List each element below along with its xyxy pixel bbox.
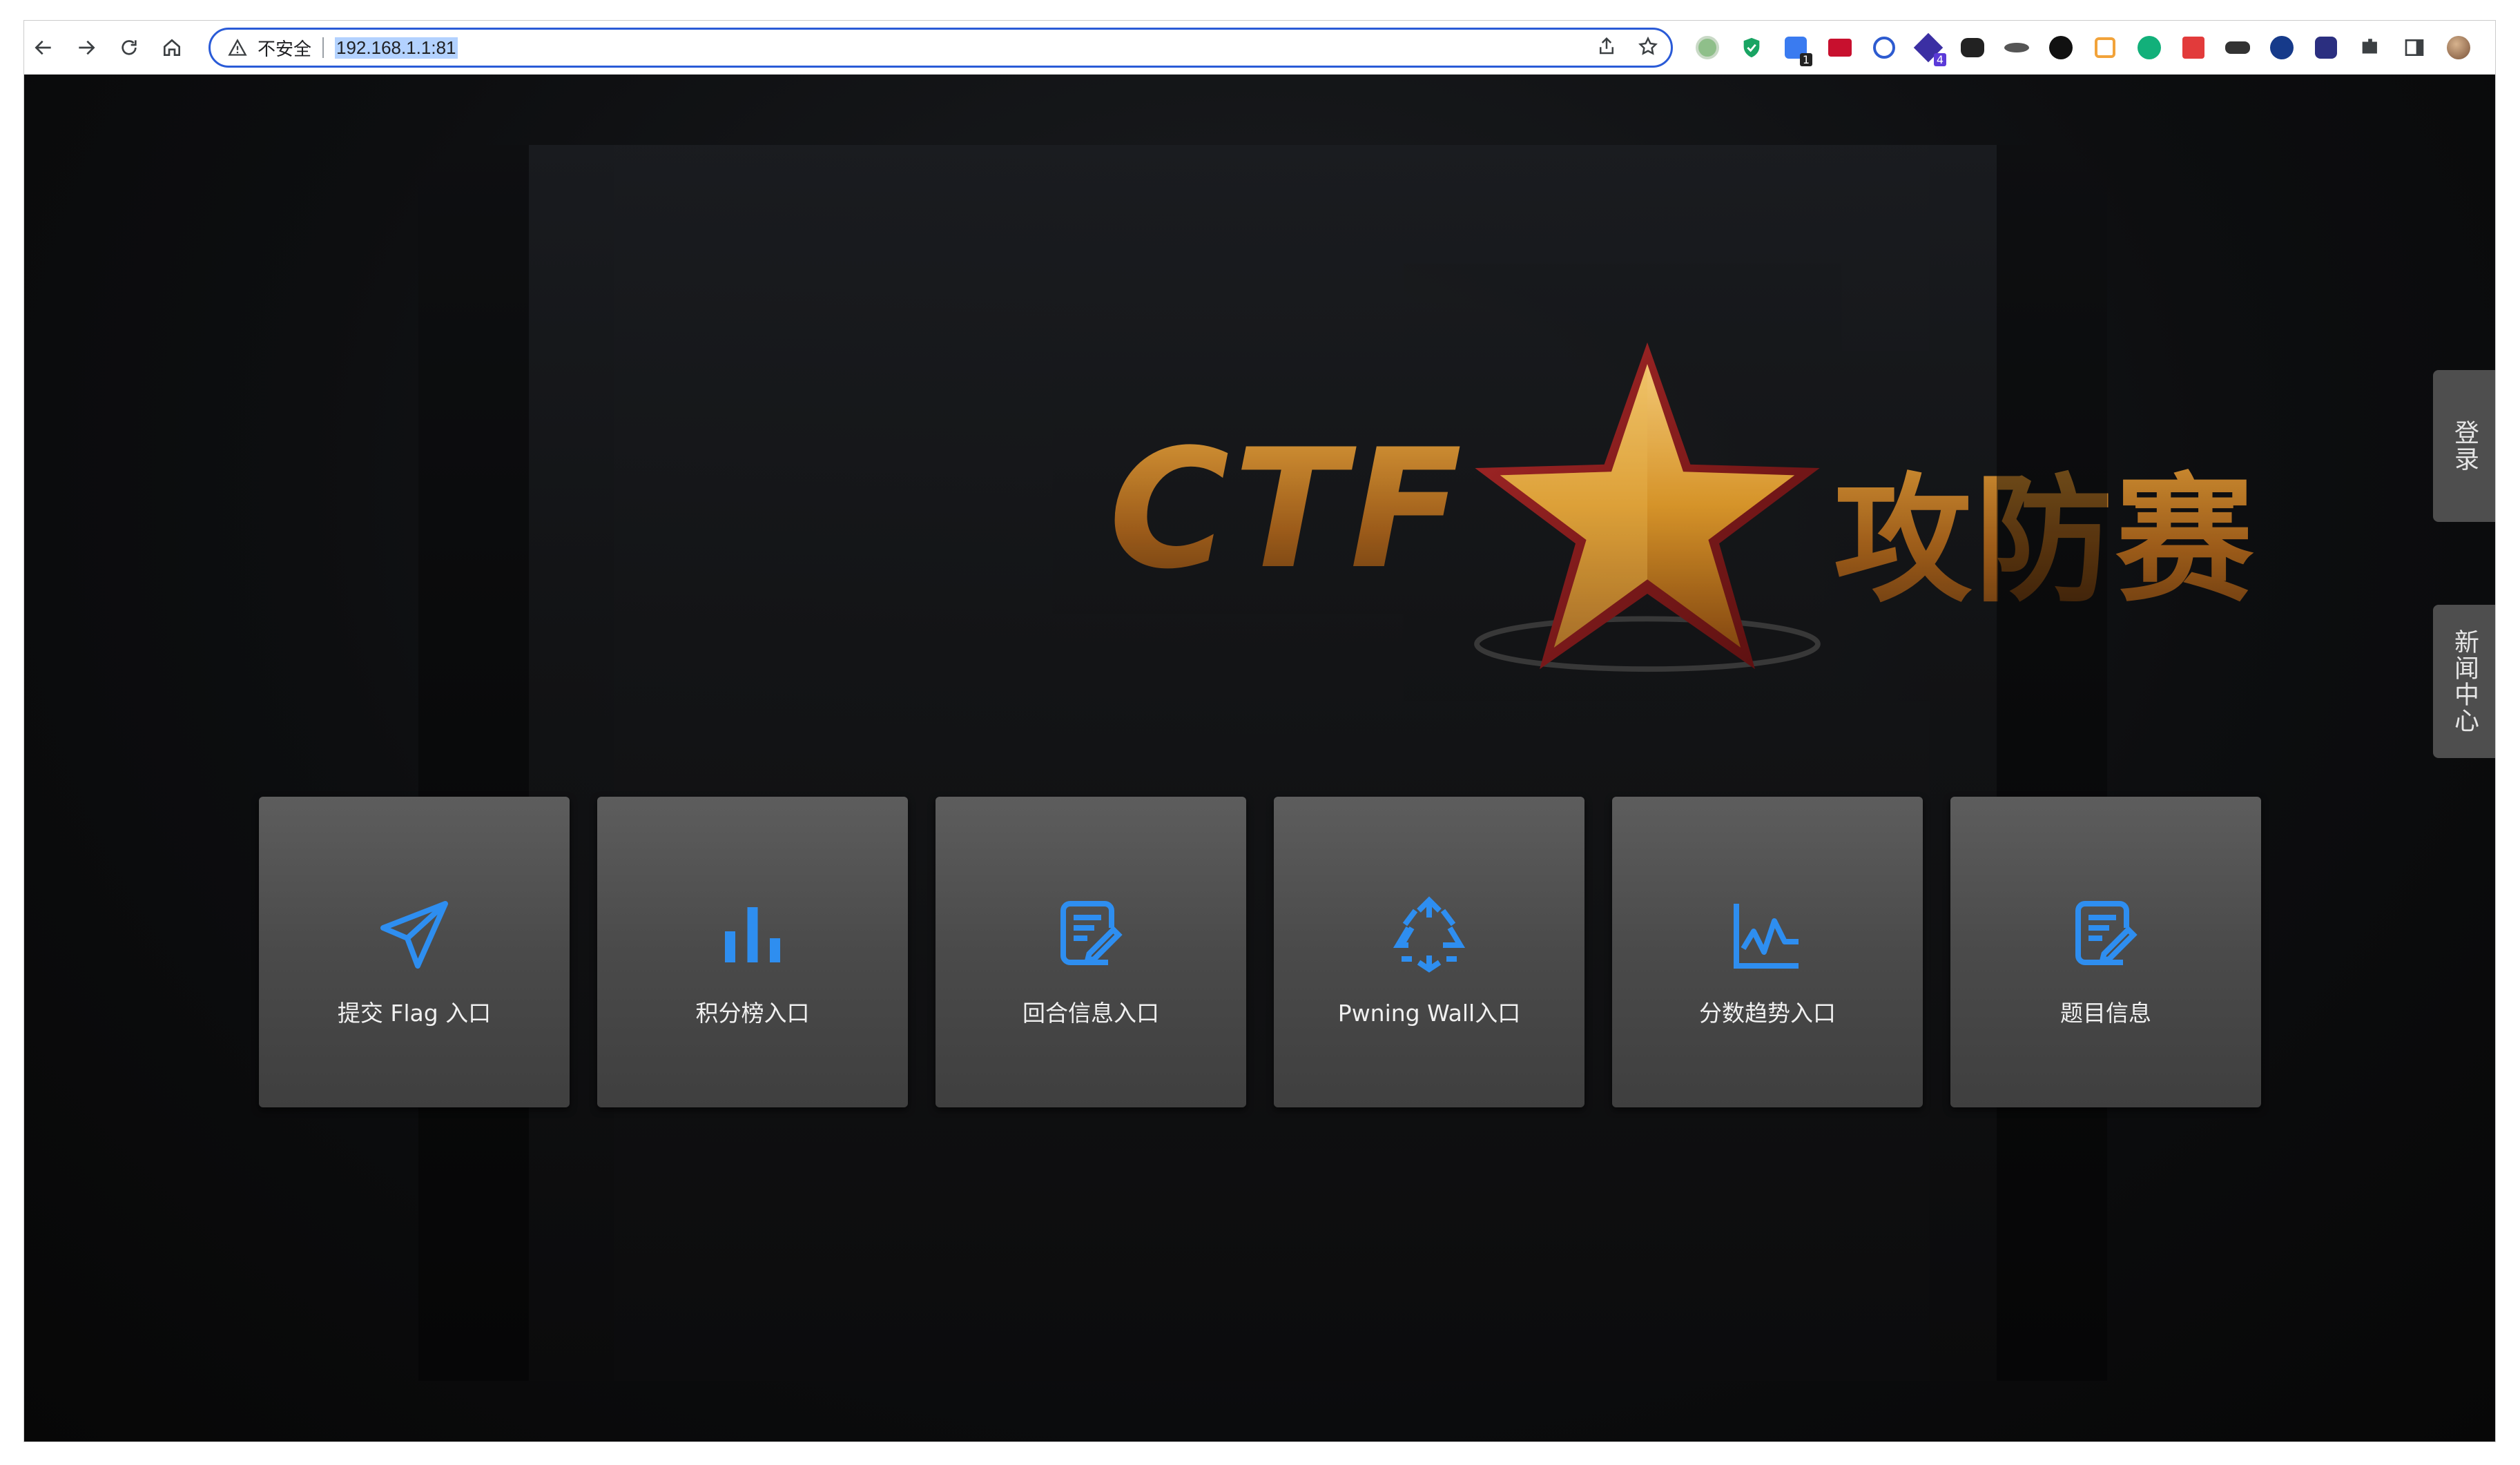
forward-icon[interactable] bbox=[71, 32, 101, 63]
tile-scoreboard[interactable]: 积分榜入口 bbox=[597, 797, 908, 1107]
ctf-logo: CTF 攻防赛 bbox=[1060, 297, 2289, 739]
avatar[interactable] bbox=[2443, 32, 2474, 64]
extension-orange[interactable] bbox=[2089, 32, 2120, 64]
back-icon[interactable] bbox=[28, 32, 59, 63]
recycle-icon bbox=[1384, 890, 1474, 980]
browser-window: 不安全 192.168.1.1:81 1 4 CTF 攻防赛 提交 Flag 入… bbox=[24, 21, 2495, 1442]
warning-icon[interactable] bbox=[227, 37, 248, 58]
extension-bear[interactable] bbox=[1957, 32, 1988, 64]
logo-title-text: 攻防赛 bbox=[1834, 428, 2256, 628]
logo-ctf-text: CTF bbox=[1109, 414, 1466, 605]
tile-label: 分数趋势入口 bbox=[1699, 1000, 1836, 1027]
extension-check[interactable] bbox=[2266, 32, 2297, 64]
sidebar-news-tab[interactable]: 新闻中心 bbox=[2433, 605, 2495, 758]
tile-challenge-info[interactable]: 题目信息 bbox=[1950, 797, 2261, 1107]
hero-banner: CTF 攻防赛 bbox=[418, 145, 2254, 1381]
tile-label: Pwning Wall入口 bbox=[1337, 1000, 1521, 1027]
bar-chart-icon bbox=[708, 890, 797, 980]
tile-pwning-wall[interactable]: Pwning Wall入口 bbox=[1274, 797, 1584, 1107]
extension-red[interactable] bbox=[1824, 32, 1855, 64]
home-icon[interactable] bbox=[157, 32, 187, 63]
tile-label: 题目信息 bbox=[2060, 1000, 2151, 1027]
document-edit-icon bbox=[1046, 890, 1136, 980]
tile-label: 提交 Flag 入口 bbox=[337, 1000, 492, 1027]
paper-plane-icon bbox=[369, 890, 459, 980]
extension-refresh[interactable] bbox=[2133, 32, 2164, 64]
tile-round-info[interactable]: 回合信息入口 bbox=[936, 797, 1246, 1107]
sidebar-login-tab[interactable]: 登录 bbox=[2433, 370, 2495, 522]
document-edit-icon bbox=[2061, 890, 2151, 980]
extension-purple[interactable]: 4 bbox=[1912, 32, 1946, 66]
tile-submit-flag[interactable]: 提交 Flag 入口 bbox=[259, 797, 570, 1107]
page-content: CTF 攻防赛 提交 Flag 入口 积分榜入口 回合信息入口 Pwning W… bbox=[24, 75, 2495, 1442]
security-label[interactable]: 不安全 bbox=[258, 35, 311, 61]
address-divider bbox=[322, 37, 324, 58]
star-emblem-icon bbox=[1474, 342, 1821, 672]
extension-badge: 1 bbox=[1799, 52, 1812, 66]
extension-glasses[interactable] bbox=[2222, 32, 2253, 64]
extension-s[interactable] bbox=[2045, 32, 2076, 64]
url-text[interactable]: 192.168.1.1:81 bbox=[335, 37, 458, 59]
line-chart-icon bbox=[1723, 890, 1812, 980]
extension-green-circle[interactable] bbox=[1692, 32, 1723, 64]
tile-label: 积分榜入口 bbox=[695, 1000, 810, 1027]
extension-badge: 4 bbox=[1933, 52, 1946, 66]
extension-chat[interactable] bbox=[1868, 32, 1899, 64]
extension-translate[interactable]: 1 bbox=[1780, 32, 1812, 66]
share-icon[interactable] bbox=[1596, 36, 1617, 59]
menu-icon[interactable] bbox=[2487, 32, 2495, 64]
browser-toolbar: 不安全 192.168.1.1:81 1 4 bbox=[24, 21, 2495, 75]
puzzle-icon[interactable] bbox=[2354, 32, 2385, 64]
tile-label: 回合信息入口 bbox=[1022, 1000, 1159, 1027]
extensions-bar: 1 4 bbox=[1692, 30, 2495, 66]
tile-score-trend[interactable]: 分数趋势入口 bbox=[1612, 797, 1923, 1107]
extension-shield[interactable] bbox=[1736, 32, 1767, 64]
extension-hat[interactable] bbox=[2001, 32, 2032, 64]
sidebar-icon[interactable] bbox=[2398, 32, 2430, 64]
extension-stack[interactable] bbox=[2310, 32, 2341, 64]
reload-icon[interactable] bbox=[114, 32, 144, 63]
address-bar[interactable]: 不安全 192.168.1.1:81 bbox=[209, 28, 1673, 68]
entry-tiles: 提交 Flag 入口 积分榜入口 回合信息入口 Pwning Wall入口 分数… bbox=[259, 797, 2288, 1107]
bookmark-star-icon[interactable] bbox=[1638, 36, 1658, 59]
extension-fe[interactable] bbox=[2178, 32, 2209, 64]
